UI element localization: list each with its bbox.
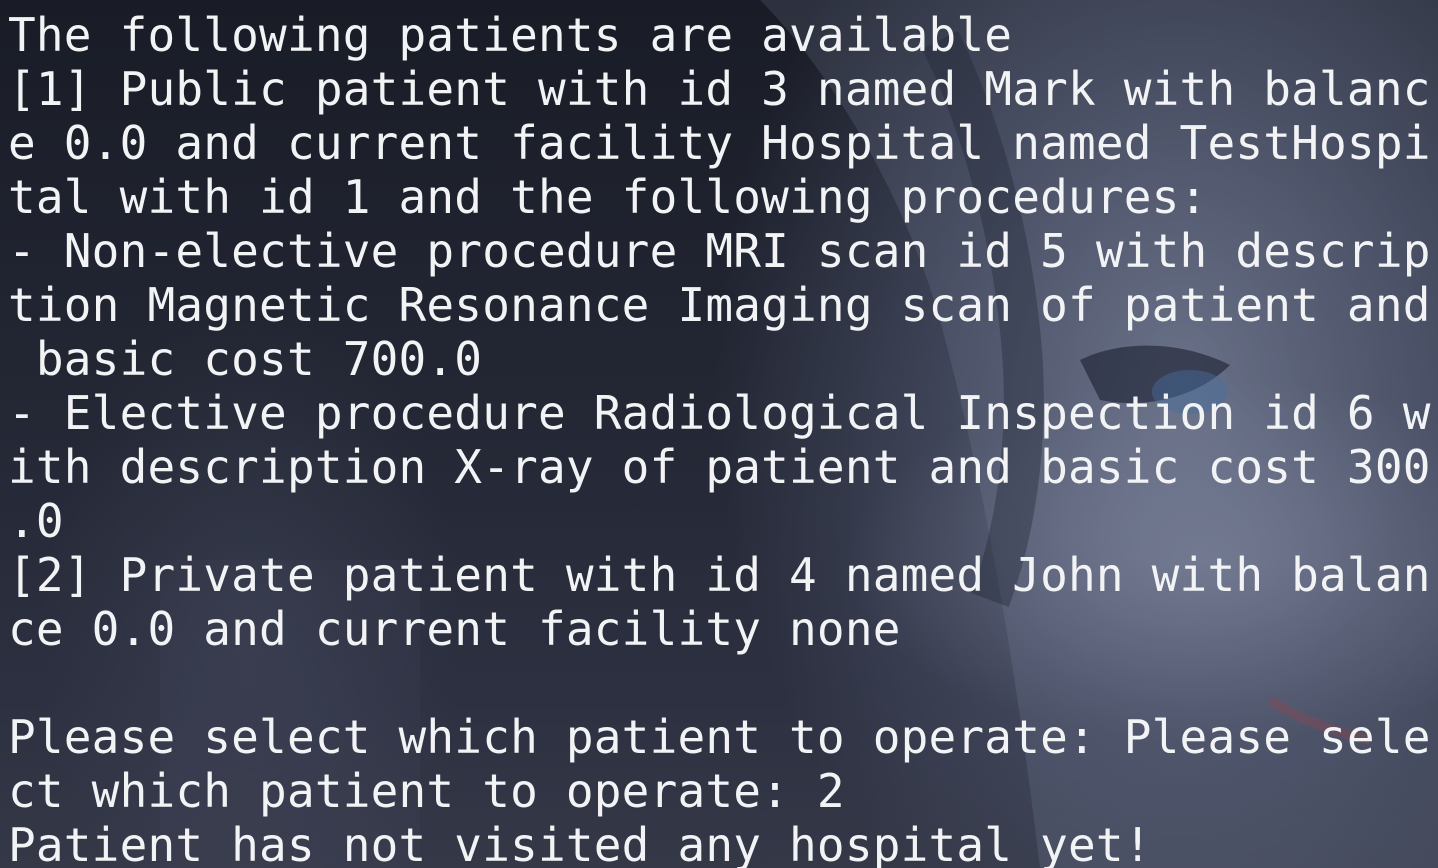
output-line: - Elective procedure Radiological Inspec…	[8, 386, 1431, 440]
output-line: [2] Private patient with id 4 named John…	[8, 548, 1431, 602]
output-line: ct which patient to operate: 2	[8, 764, 845, 818]
output-line: tal with id 1 and the following procedur…	[8, 170, 1208, 224]
output-line: [1] Public patient with id 3 named Mark …	[8, 62, 1431, 116]
terminal-window[interactable]: The following patients are available [1] …	[0, 0, 1438, 868]
output-line: basic cost 700.0	[8, 332, 483, 386]
output-line: Patient has not visited any hospital yet…	[8, 818, 1152, 868]
output-line: Please select which patient to operate: …	[8, 710, 1431, 764]
terminal-output: The following patients are available [1] …	[8, 8, 1438, 868]
output-line: - Non-elective procedure MRI scan id 5 w…	[8, 224, 1431, 278]
output-line: ith description X-ray of patient and bas…	[8, 440, 1431, 494]
output-line: The following patients are available	[8, 8, 1013, 62]
output-line: .0	[8, 494, 64, 548]
output-line: e 0.0 and current facility Hospital name…	[8, 116, 1431, 170]
output-line: ce 0.0 and current facility none	[8, 602, 901, 656]
output-line: tion Magnetic Resonance Imaging scan of …	[8, 278, 1431, 332]
